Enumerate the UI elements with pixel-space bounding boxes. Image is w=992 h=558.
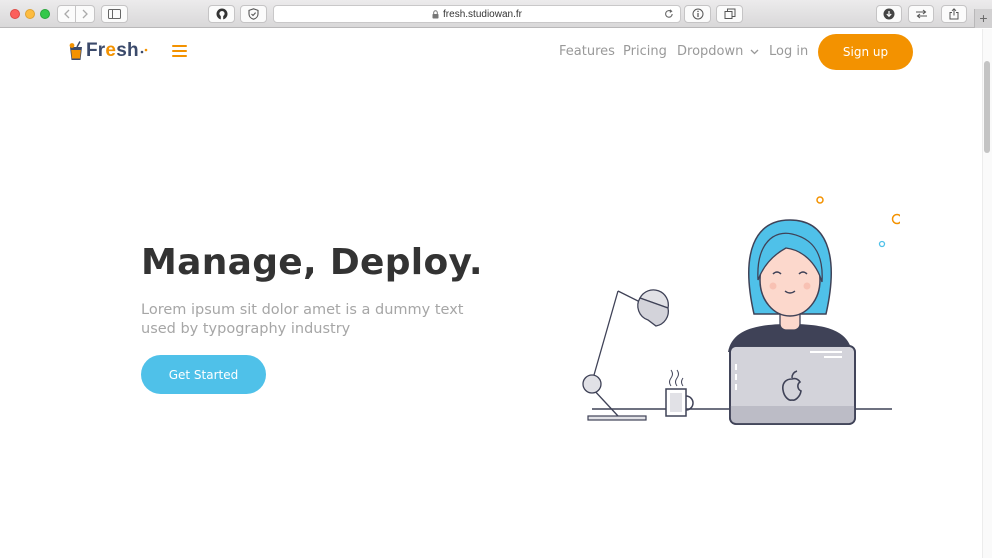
- nav-features[interactable]: Features: [559, 44, 615, 59]
- hero-title: Manage, Deploy.: [141, 242, 483, 283]
- downloads-button[interactable]: [876, 5, 902, 23]
- logo-text: Fresh: [86, 40, 139, 61]
- page-scrollbar[interactable]: [982, 29, 992, 558]
- laptop: [729, 345, 856, 425]
- swap-icon: [915, 9, 927, 19]
- nav-pricing[interactable]: Pricing: [623, 44, 667, 59]
- nav-login[interactable]: Log in: [769, 44, 808, 59]
- github-button[interactable]: [208, 5, 235, 23]
- logo-dots-icon: [140, 48, 148, 54]
- chevron-down-icon: [750, 49, 759, 54]
- new-tab-button[interactable]: +: [974, 9, 992, 28]
- tabs-icon: [724, 8, 735, 19]
- download-icon: [883, 8, 895, 20]
- scrollbar-thumb[interactable]: [984, 61, 990, 153]
- browser-toolbar: fresh.studiowan.fr +: [0, 0, 992, 28]
- address-bar[interactable]: fresh.studiowan.fr: [273, 5, 681, 23]
- decor-circle: [878, 240, 886, 248]
- decor-circle: [816, 196, 824, 204]
- shield-icon: [248, 8, 259, 20]
- nav-dropdown-label: Dropdown: [677, 44, 744, 59]
- site-logo[interactable]: Fresh: [68, 40, 148, 62]
- chevron-right-icon: [82, 9, 88, 19]
- lock-icon: [432, 9, 439, 19]
- tabs-button[interactable]: [716, 5, 743, 23]
- hero-illustration: [582, 196, 900, 425]
- sidebar-icon: [108, 9, 121, 19]
- decor-circle: [891, 213, 900, 225]
- hero-subtitle: Lorem ipsum sit dolor amet is a dummy te…: [141, 302, 464, 337]
- info-icon: [692, 8, 703, 20]
- signup-button[interactable]: Sign up: [818, 34, 913, 70]
- share-button[interactable]: [941, 5, 967, 23]
- hamburger-icon[interactable]: [172, 45, 187, 57]
- sidebar-button[interactable]: [101, 5, 128, 23]
- url-text: fresh.studiowan.fr: [443, 8, 522, 20]
- nav-dropdown[interactable]: Dropdown: [677, 44, 759, 59]
- zoom-window-button[interactable]: [40, 9, 50, 19]
- coffee-mug: [665, 369, 694, 417]
- get-started-button[interactable]: Get Started: [141, 355, 266, 394]
- close-window-button[interactable]: [10, 9, 20, 19]
- github-icon: [216, 8, 227, 20]
- chevron-left-icon: [63, 9, 69, 19]
- share-icon: [949, 8, 959, 20]
- privacy-button[interactable]: [240, 5, 267, 23]
- reload-icon[interactable]: [664, 9, 674, 22]
- forward-button[interactable]: [76, 5, 95, 23]
- desk-lamp: [582, 289, 669, 421]
- woman-figure: [728, 219, 852, 352]
- info-button[interactable]: [684, 5, 711, 23]
- juice-glass-icon: [69, 41, 82, 60]
- extension-button[interactable]: [908, 5, 934, 23]
- back-button[interactable]: [57, 5, 76, 23]
- minimize-window-button[interactable]: [25, 9, 35, 19]
